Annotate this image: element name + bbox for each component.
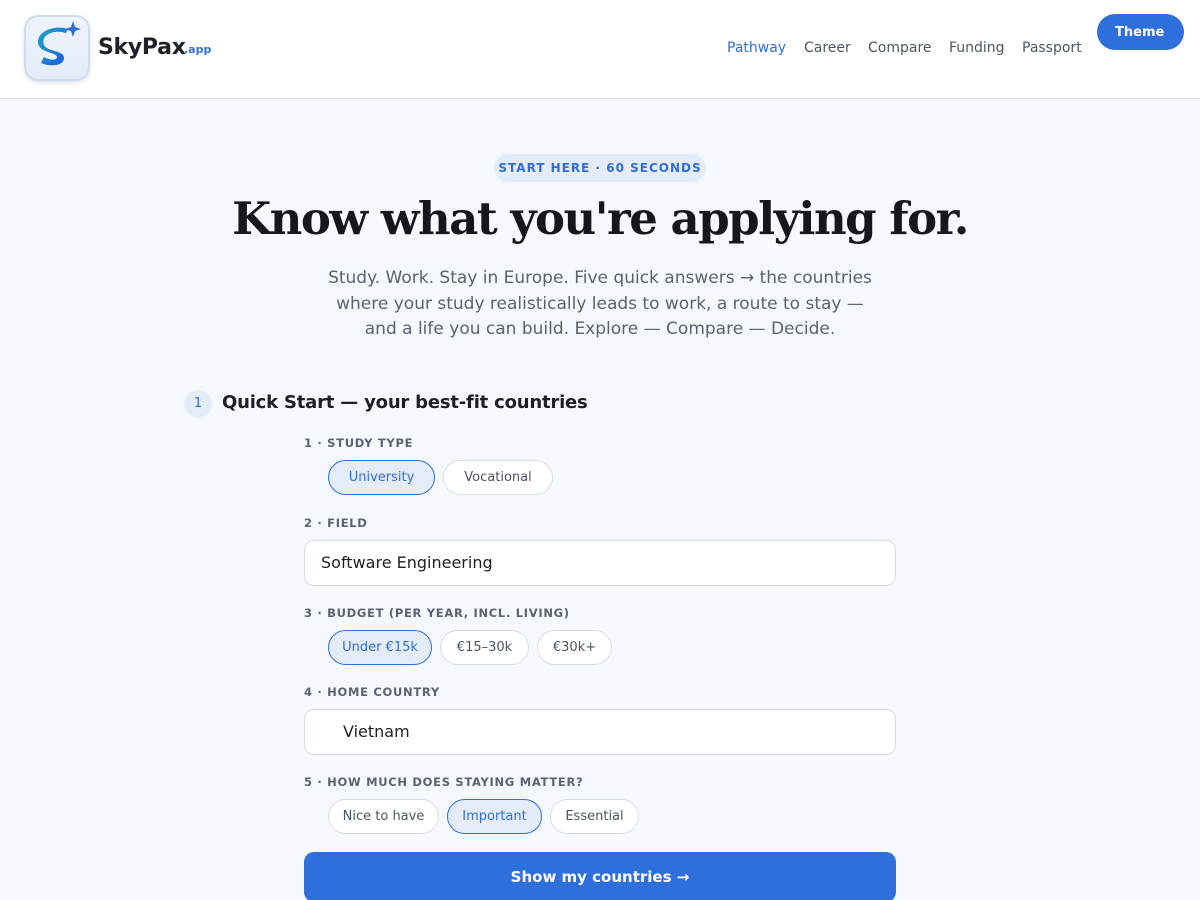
study-type-label: 1 · STUDY TYPE bbox=[304, 436, 414, 450]
quick-start-title: Quick Start — your best-fit countries bbox=[222, 392, 588, 413]
staying-important-option[interactable]: Important bbox=[447, 799, 542, 834]
nav-passport[interactable]: Passport bbox=[1022, 40, 1082, 56]
hero-description-line: and a life you can build. Explore — Comp… bbox=[364, 319, 836, 339]
field-input[interactable]: Software Engineering bbox=[304, 540, 896, 586]
home-country-label: 4 · HOME COUNTRY bbox=[304, 685, 440, 699]
top-header: SkyPax .app Pathway Career Compare Fundi… bbox=[0, 0, 1200, 99]
study-type-vocational-option[interactable]: Vocational bbox=[443, 460, 553, 495]
step-number-badge: 1 bbox=[184, 390, 212, 418]
show-countries-button[interactable]: Show my countries → bbox=[304, 852, 896, 900]
staying-importance-label: 5 · HOW MUCH DOES STAYING MATTER? bbox=[304, 775, 584, 789]
field-label: 2 · FIELD bbox=[304, 516, 368, 530]
hero-description: Study. Work. Stay in Europe. Five quick … bbox=[320, 266, 880, 343]
staying-nice-to-have-option[interactable]: Nice to have bbox=[328, 799, 439, 834]
budget-15-30k-option[interactable]: €15–30k bbox=[440, 630, 529, 665]
nav-compare[interactable]: Compare bbox=[868, 40, 932, 56]
budget-label: 3 · BUDGET (PER YEAR, INCL. LIVING) bbox=[304, 606, 570, 620]
budget-30k-plus-option[interactable]: €30k+ bbox=[537, 630, 612, 665]
budget-under-15k-option[interactable]: Under €15k bbox=[328, 630, 432, 665]
home-country-select[interactable]: Vietnam bbox=[304, 709, 896, 755]
nav-pathway[interactable]: Pathway bbox=[727, 40, 786, 56]
hero-description-line: Study. Work. Stay in Europe. Five quick … bbox=[328, 268, 872, 288]
brand-name[interactable]: SkyPax bbox=[98, 35, 186, 60]
brand-suffix: .app bbox=[184, 43, 212, 56]
hero-description-line: where your study realistically leads to … bbox=[336, 293, 864, 314]
eyebrow-badge: START HERE · 60 SECONDS bbox=[494, 154, 706, 182]
theme-toggle-button[interactable]: Theme bbox=[1097, 14, 1184, 50]
skypax-logo-icon[interactable] bbox=[24, 15, 90, 81]
staying-essential-option[interactable]: Essential bbox=[550, 799, 639, 834]
page-headline: Know what you're applying for. bbox=[232, 192, 969, 245]
nav-career[interactable]: Career bbox=[804, 40, 851, 56]
nav-funding[interactable]: Funding bbox=[949, 40, 1005, 56]
study-type-university-option[interactable]: University bbox=[328, 460, 435, 495]
